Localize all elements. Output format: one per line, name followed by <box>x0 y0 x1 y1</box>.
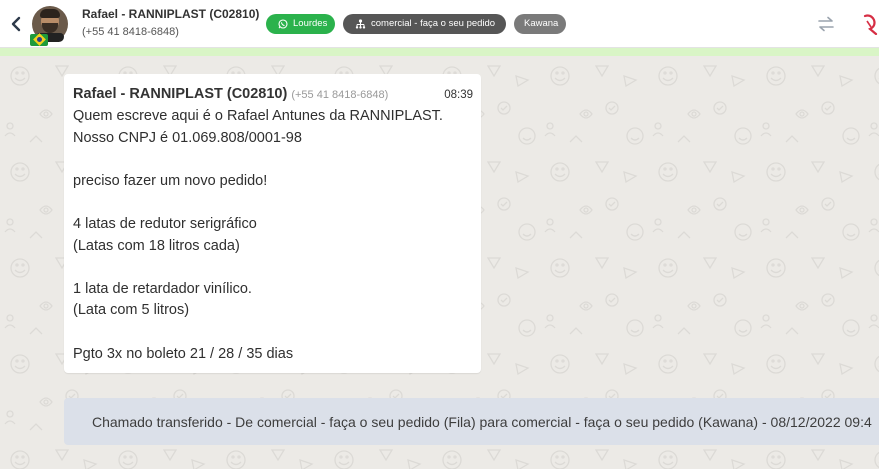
message-line: Quem escreve aqui é o Rafael Antunes da … <box>73 108 443 124</box>
tag-attendant-label: Lourdes <box>293 18 328 29</box>
system-transfer-notice: Chamado transferido - De comercial - faç… <box>64 398 879 445</box>
tag-attendant[interactable]: Lourdes <box>266 13 335 34</box>
back-button[interactable] <box>0 0 32 48</box>
tag-queue-label: comercial - faça o seu pedido <box>371 18 496 29</box>
contact-info[interactable]: Rafael - RANNIPLAST (C02810) (+55 41 841… <box>82 7 266 40</box>
tag-user[interactable]: Kawana <box>514 13 566 34</box>
message-line: Nosso CNPJ é 01.069.808/0001-98 <box>73 129 302 146</box>
logo-icon <box>863 14 878 35</box>
transfer-icon <box>818 16 834 32</box>
system-transfer-text: Chamado transferido - De comercial - faç… <box>92 413 872 430</box>
brand-logo[interactable] <box>862 0 879 48</box>
chat-area[interactable]: Rafael - RANNIPLAST (C02810) (+55 41 841… <box>0 56 879 469</box>
tag-queue[interactable]: comercial - faça o seu pedido <box>343 13 506 34</box>
header-accent-strip <box>0 48 879 56</box>
message-line: preciso fazer um novo pedido! <box>73 172 268 189</box>
message-line: 4 latas de redutor serigráfico <box>73 215 257 232</box>
chat-header: Rafael - RANNIPLAST (C02810) (+55 41 841… <box>0 0 879 48</box>
message-line: 1 lata de retardador vinílico. <box>73 280 252 297</box>
whatsapp-icon <box>278 18 288 29</box>
contact-phone: (+55 41 8418-6848) <box>82 26 179 38</box>
sitemap-icon <box>355 18 366 29</box>
message-line: Pgto 3x no boleto 21 / 28 / 35 dias <box>73 345 294 362</box>
message-time: 08:39 <box>444 89 473 101</box>
message-sender-phone: (+55 41 8418-6848) <box>291 89 389 101</box>
message-sender: Rafael - RANNIPLAST (C02810) <box>73 86 288 102</box>
message-line: (Latas com 18 litros cada) <box>73 237 240 254</box>
message-bubble[interactable]: Rafael - RANNIPLAST (C02810) (+55 41 841… <box>64 74 481 373</box>
avatar[interactable] <box>30 5 68 46</box>
transfer-button[interactable] <box>816 0 836 48</box>
brazil-flag-icon <box>30 33 48 46</box>
contact-name: Rafael - RANNIPLAST (C02810) <box>82 7 260 21</box>
tag-user-label: Kawana <box>524 18 559 29</box>
back-icon <box>11 16 21 31</box>
message-header: Rafael - RANNIPLAST (C02810) (+55 41 841… <box>73 86 473 106</box>
message-line: (Lata com 5 litros) <box>73 302 190 319</box>
